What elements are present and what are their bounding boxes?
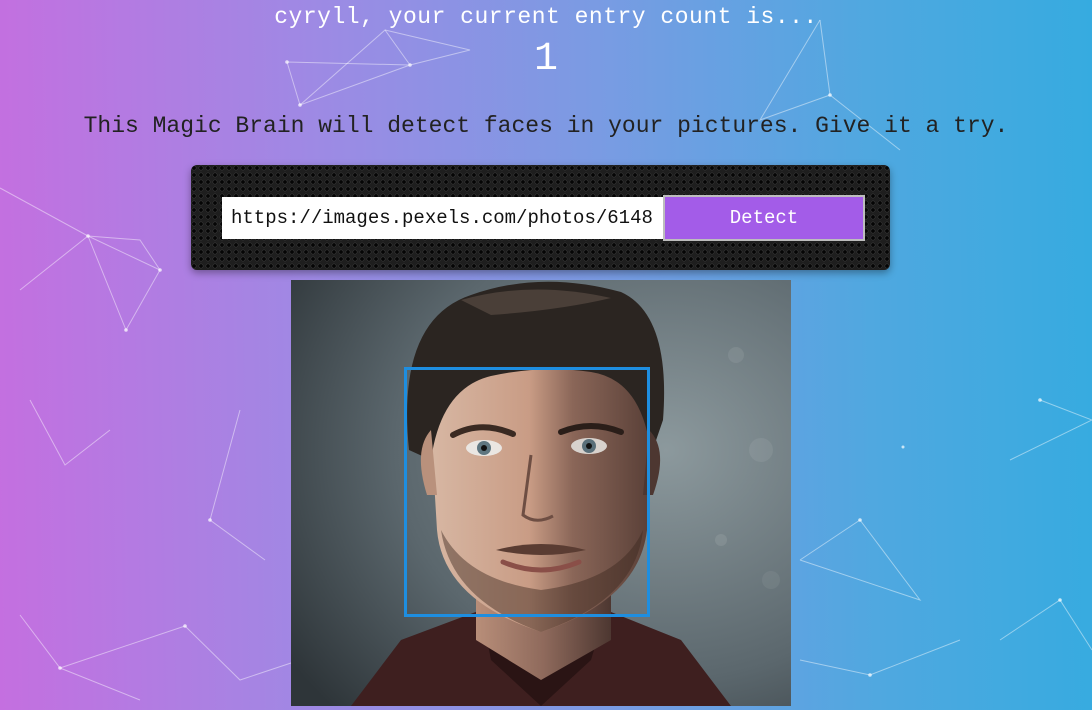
image-url-input[interactable] [222, 197, 663, 239]
entry-count-greeting: cyryll, your current entry count is... [274, 4, 818, 30]
face-recognition-result [291, 280, 791, 706]
face-bounding-box [404, 367, 650, 617]
image-link-form: Detect [191, 165, 890, 270]
entry-count-value: 1 [533, 37, 558, 82]
intro-tagline: This Magic Brain will detect faces in yo… [83, 113, 1009, 139]
detect-button[interactable]: Detect [663, 195, 865, 241]
